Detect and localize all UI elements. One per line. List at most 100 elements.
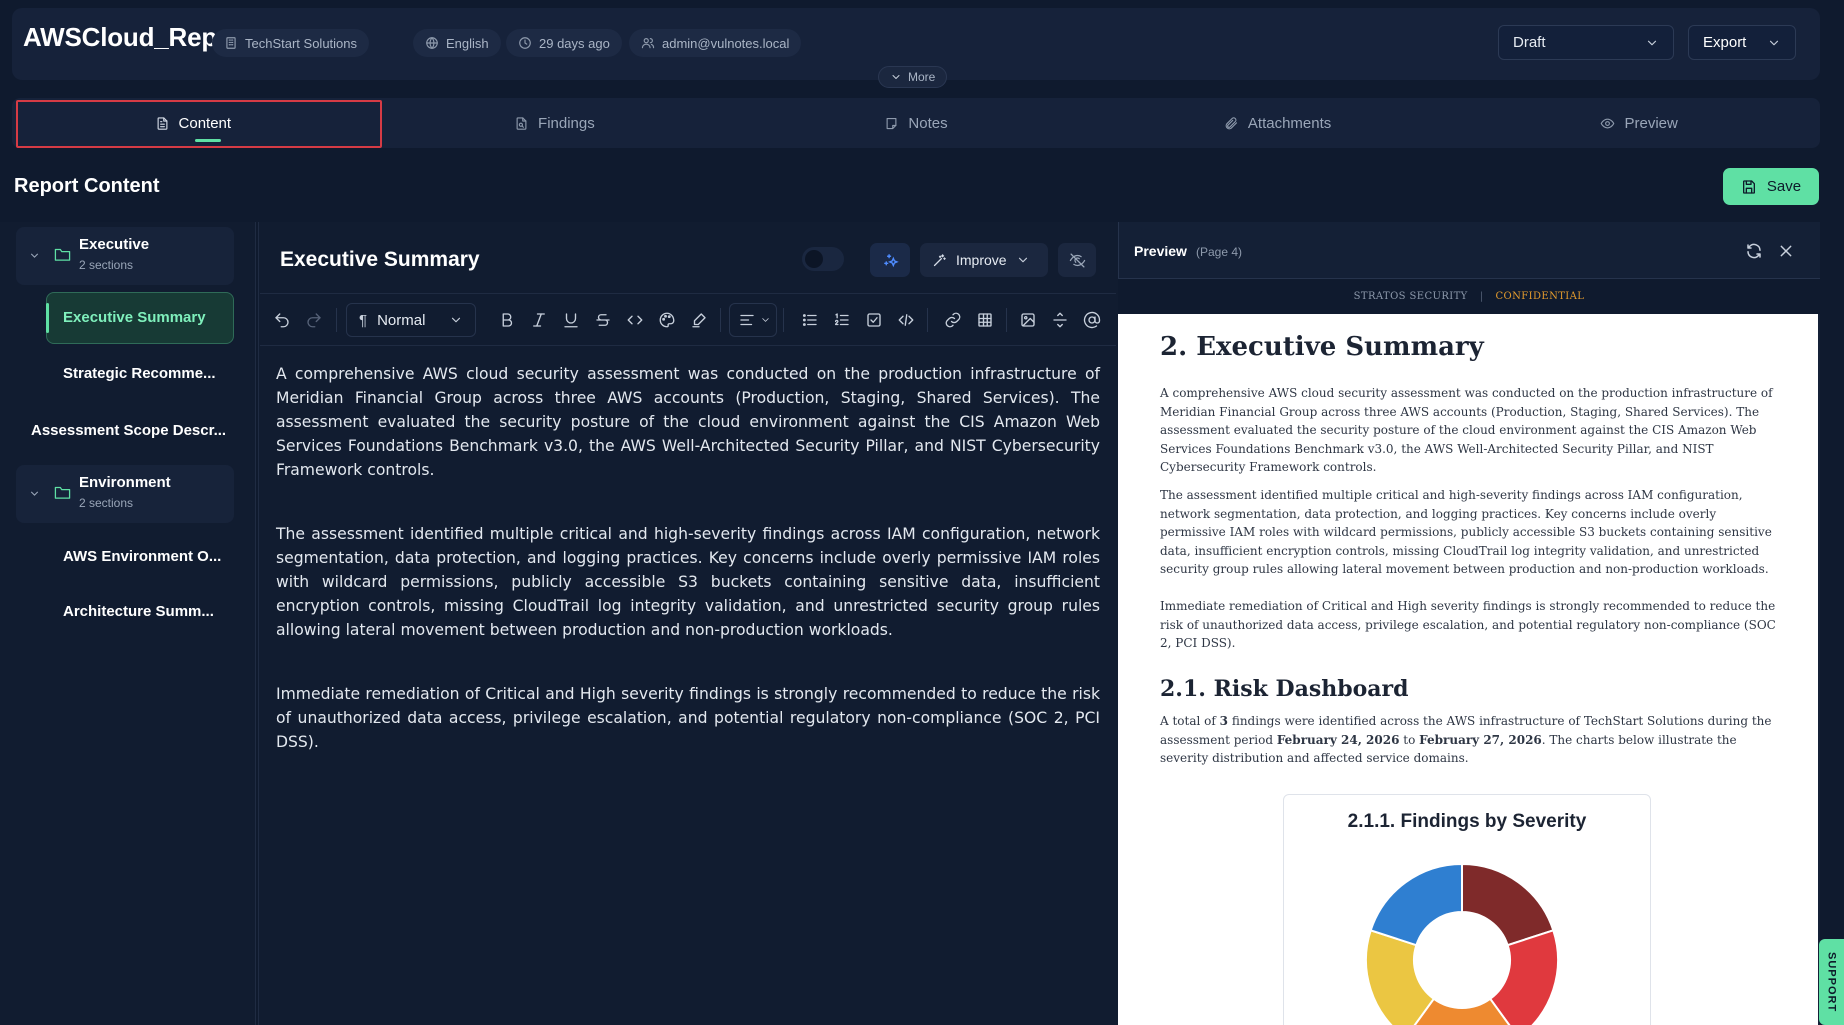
updated-chip[interactable]: 29 days ago [506,29,622,57]
building-icon [226,37,236,49]
mention-icon[interactable] [1083,311,1101,329]
code-block-icon[interactable] [897,311,915,329]
company-chip[interactable]: TechStart Solutions [212,29,370,57]
chevron-down-icon [1647,40,1657,45]
paragraph-style-select[interactable]: ¶ Normal [346,303,476,337]
more-button[interactable]: More [878,66,948,88]
status-select[interactable]: Draft [1498,25,1674,60]
chart-title: 2.1.1. Findings by Severity [1347,811,1587,832]
user-email: admin@vulnotes.local [662,35,790,51]
document-paragraph: The assessment identified multiple criti… [1160,488,1772,576]
redo-icon[interactable] [305,311,323,329]
document-paragraph: A comprehensive AWS cloud security asses… [1160,386,1773,474]
chevron-down-icon [1769,40,1779,45]
improve-button[interactable]: Improve [920,243,1048,277]
paragraph-style-value: Normal [377,311,426,329]
chevron-down-icon [30,491,39,496]
folder-icon [54,248,71,261]
checklist-icon[interactable] [865,311,883,329]
editor-content[interactable]: A comprehensive AWS cloud security asses… [276,362,1100,794]
note-icon [886,117,897,129]
updated-value: 29 days ago [539,35,610,51]
refresh-icon[interactable] [1745,242,1763,260]
pilcrow-icon: ¶ [359,311,368,329]
language-chip[interactable]: English [413,29,501,57]
magic-wand-icon [933,253,946,266]
ai-assist-button[interactable] [870,243,910,277]
close-icon[interactable] [1778,243,1794,259]
sidebar-item-architecture-summary[interactable]: Architecture Summ... [63,603,214,620]
tab-findings[interactable]: Findings [374,98,736,148]
strikethrough-icon[interactable] [594,311,612,329]
tab-preview[interactable]: Preview [1458,98,1820,148]
status-value: Draft [1513,34,1546,51]
tab-label: Content [178,114,232,132]
toolbar-divider [1006,308,1007,332]
preview-title: Preview [1134,243,1187,259]
italic-icon[interactable] [530,311,548,329]
save-button[interactable]: Save [1723,168,1819,205]
donut-slice-2 [1488,929,1559,1025]
clock-icon [519,37,531,49]
support-label: SUPPORT [1825,951,1838,1013]
group-title: Executive [79,236,150,253]
editor-paragraph[interactable]: The assessment identified multiple criti… [276,522,1100,642]
palette-icon[interactable] [658,311,676,329]
code-icon[interactable] [626,311,644,329]
band-separator: | [1479,291,1484,302]
image-icon[interactable] [1019,311,1037,329]
group-count: 2 sections [79,496,134,510]
severity-donut-chart [1365,862,1559,1025]
support-tab[interactable]: SUPPORT [1819,939,1844,1025]
link-icon[interactable] [944,311,962,329]
file-search-icon [516,116,527,130]
chevron-down-icon [892,75,900,79]
toggle-switch[interactable] [802,247,844,271]
align-select[interactable] [729,303,777,337]
sidebar-item-strategic-recommendations[interactable]: Strategic Recomme... [63,365,216,382]
table-icon[interactable] [976,311,994,329]
group-title: Environment [79,474,171,491]
document-paragraph: Immediate remediation of Critical and Hi… [1160,599,1776,650]
highlighter-icon[interactable] [690,311,708,329]
sidebar-item-assessment-scope[interactable]: Assessment Scope Descr... [31,422,226,439]
export-label: Export [1703,34,1747,51]
toolbar-divider [927,308,928,332]
sidebar-item-aws-environment[interactable]: AWS Environment O... [63,548,221,565]
user-chip[interactable]: admin@vulnotes.local [629,29,802,57]
toolbar-divider [783,308,784,332]
bold-icon[interactable] [498,311,516,329]
document-heading: 2. Executive Summary [1160,332,1484,362]
tab-notes[interactable]: Notes [735,98,1097,148]
preview-document-page: 2. Executive Summary A comprehensive AWS… [1118,314,1818,1025]
editor-paragraph[interactable]: Immediate remediation of Critical and Hi… [276,682,1100,754]
folder-icon [54,486,71,499]
users-icon [641,38,655,49]
horizontal-rule-icon[interactable] [1051,311,1069,329]
tab-attachments[interactable]: Attachments [1097,98,1459,148]
toolbar-divider [720,308,721,332]
company-name: TechStart Solutions [245,35,358,51]
sidebar-group-executive[interactable]: Executive 2 sections [16,227,234,285]
hide-preview-button[interactable] [1058,243,1096,277]
sparkles-icon [883,253,899,267]
undo-icon[interactable] [273,311,291,329]
editor-paragraph[interactable]: A comprehensive AWS cloud security asses… [276,362,1100,482]
document-subheading: 2.1. Risk Dashboard [1160,676,1409,702]
sidebar-group-environment[interactable]: Environment 2 sections [16,465,234,523]
bullet-list-icon[interactable] [801,311,819,329]
eye-off-icon [1069,252,1085,268]
sidebar-item-label: Executive Summary [63,309,206,326]
chevron-down-icon [30,253,39,258]
chevron-down-icon [451,317,461,323]
language-value: English [446,35,489,51]
numbered-list-icon[interactable] [833,311,851,329]
tab-bar: Content Findings Notes Attachments Previ… [12,98,1820,148]
underline-icon[interactable] [562,311,580,329]
improve-label: Improve [956,252,1007,268]
sidebar-item-executive-summary[interactable]: Executive Summary [46,292,234,344]
save-icon [1742,179,1755,194]
tab-content[interactable]: Content [12,98,374,148]
export-button[interactable]: Export [1688,25,1796,60]
tab-label: Findings [538,114,595,132]
